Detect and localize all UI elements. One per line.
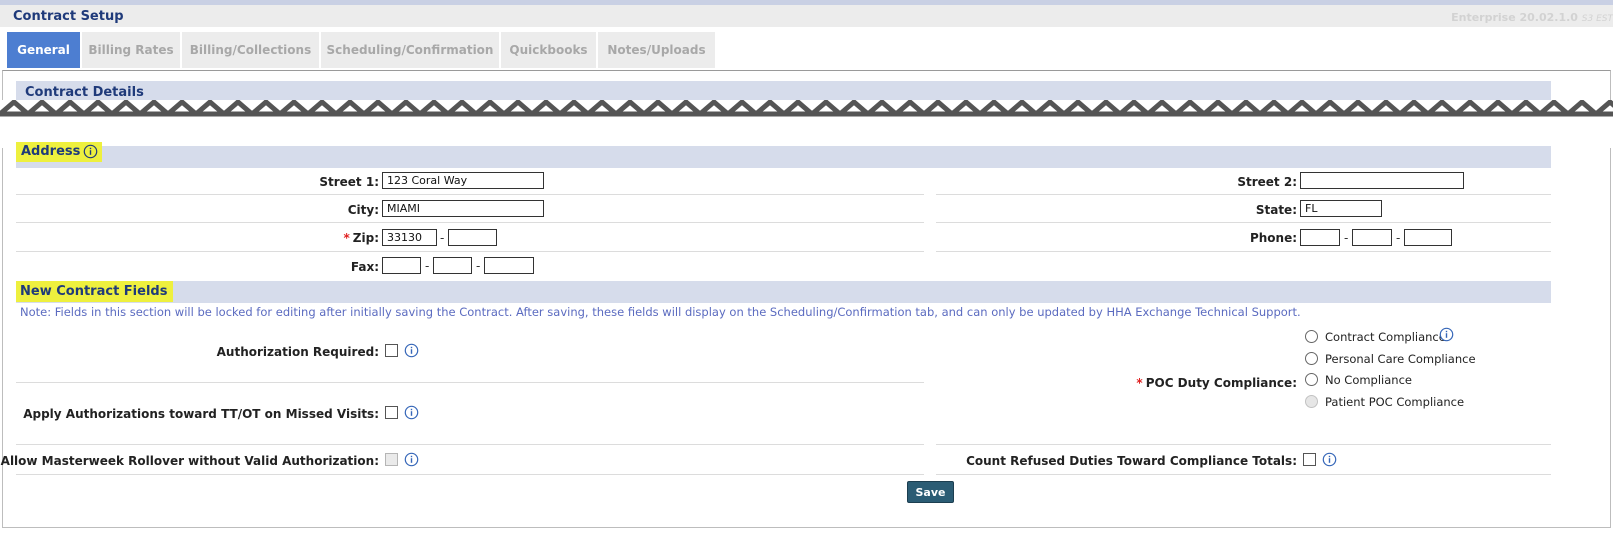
row-divider: [16, 474, 924, 475]
zip-input[interactable]: 33130: [382, 229, 437, 246]
city-input[interactable]: MIAMI: [382, 200, 544, 217]
radio-personal-care-compliance[interactable]: [1305, 352, 1318, 365]
radio-label-patient-poc-compliance: Patient POC Compliance: [1325, 395, 1465, 409]
new-contract-fields-bar: [16, 281, 1551, 303]
fax-prefix-input[interactable]: [433, 257, 472, 274]
tab-billing-collections[interactable]: Billing/Collections: [182, 32, 319, 68]
title-bar: [0, 5, 1613, 27]
row-divider: [16, 194, 924, 195]
phone-line-input[interactable]: [1404, 229, 1452, 246]
authorization-required-label: Authorization Required:: [216, 345, 379, 359]
zip-extension-input[interactable]: [448, 229, 497, 246]
locked-fields-note: Note: Fields in this section will be loc…: [20, 305, 1301, 319]
info-circle-icon[interactable]: [404, 405, 419, 420]
tab-billing-rates[interactable]: Billing Rates: [82, 32, 180, 68]
poc-duty-label-text: POC Duty Compliance:: [1145, 376, 1297, 390]
phone-label: Phone:: [1249, 231, 1297, 245]
info-circle-icon[interactable]: [1322, 452, 1337, 467]
contract-details-bar: [16, 81, 1551, 103]
allow-masterweek-checkbox: [385, 453, 398, 466]
required-marker: *: [343, 231, 350, 245]
row-divider: [936, 444, 1551, 445]
tab-notes-uploads[interactable]: Notes/Uploads: [598, 32, 715, 68]
apply-authorizations-checkbox[interactable]: [385, 406, 398, 419]
row-divider: [16, 382, 924, 383]
required-marker: *: [1136, 376, 1143, 390]
radio-contract-compliance[interactable]: [1305, 330, 1318, 343]
fax-label: Fax:: [350, 260, 379, 274]
new-contract-fields-highlight: New Contract Fields: [16, 281, 174, 302]
radio-patient-poc-compliance: [1305, 395, 1318, 408]
row-divider: [936, 251, 1551, 252]
row-divider: [936, 194, 1551, 195]
street1-label: Street 1:: [319, 175, 379, 189]
info-circle-icon[interactable]: [83, 144, 98, 159]
street1-input[interactable]: 123 Coral Way: [382, 172, 544, 189]
save-button[interactable]: Save: [907, 481, 954, 503]
address-title: Address: [16, 142, 103, 162]
count-refused-label: Count Refused Duties Toward Compliance T…: [966, 454, 1297, 468]
zip-dash: -: [440, 231, 445, 245]
tab-bar: General Billing Rates Billing/Collection…: [7, 32, 717, 68]
allow-masterweek-label: Allow Masterweek Rollover without Valid …: [0, 454, 379, 468]
version-label: Enterprise 20.02.1.0 S3 EST: [1451, 11, 1613, 24]
phone-dash: -: [1396, 231, 1401, 245]
street2-input[interactable]: [1300, 172, 1464, 189]
street2-label: Street 2:: [1237, 175, 1297, 189]
fax-line-input[interactable]: [484, 257, 534, 274]
tab-scheduling-confirmation[interactable]: Scheduling/Confirmation: [321, 32, 499, 68]
fax-dash: -: [425, 259, 430, 273]
contract-details-title: Contract Details: [25, 85, 144, 100]
version-suffix: S3 EST: [1581, 14, 1613, 24]
zip-label-text: Zip:: [352, 231, 379, 245]
row-divider: [936, 222, 1551, 223]
address-title-text: Address: [21, 144, 81, 159]
new-contract-fields-title: New Contract Fields: [16, 281, 174, 302]
city-label: City:: [347, 203, 379, 217]
authorization-required-checkbox[interactable]: [385, 344, 398, 357]
zip-label: * Zip:: [344, 231, 379, 245]
apply-authorizations-label: Apply Authorizations toward TT/OT on Mis…: [23, 407, 379, 421]
address-bar: [16, 146, 1551, 168]
radio-label-no-compliance: No Compliance: [1325, 373, 1412, 387]
radio-label-contract-compliance: Contract Compliance: [1325, 330, 1446, 344]
version-number: Enterprise 20.02.1.0: [1451, 11, 1578, 24]
phone-dash: -: [1344, 231, 1349, 245]
address-highlight: Address: [16, 142, 103, 162]
info-circle-icon[interactable]: [404, 343, 419, 358]
phone-prefix-input[interactable]: [1352, 229, 1392, 246]
state-input[interactable]: FL: [1300, 200, 1382, 217]
radio-label-personal-care-compliance: Personal Care Compliance: [1325, 352, 1476, 366]
fax-dash: -: [476, 259, 481, 273]
tab-quickbooks[interactable]: Quickbooks: [501, 32, 596, 68]
fax-area-input[interactable]: [382, 257, 421, 274]
phone-area-input[interactable]: [1300, 229, 1340, 246]
info-circle-icon[interactable]: [404, 452, 419, 467]
row-divider: [16, 444, 924, 445]
state-label: State:: [1255, 203, 1297, 217]
page-title: Contract Setup: [13, 9, 124, 24]
info-circle-icon[interactable]: [1439, 327, 1454, 342]
count-refused-checkbox[interactable]: [1303, 453, 1316, 466]
poc-duty-label: * POC Duty Compliance:: [1136, 376, 1297, 390]
row-divider: [16, 222, 924, 223]
radio-no-compliance[interactable]: [1305, 373, 1318, 386]
tab-general[interactable]: General: [7, 32, 80, 68]
row-divider: [936, 474, 1551, 475]
row-divider: [16, 251, 924, 252]
